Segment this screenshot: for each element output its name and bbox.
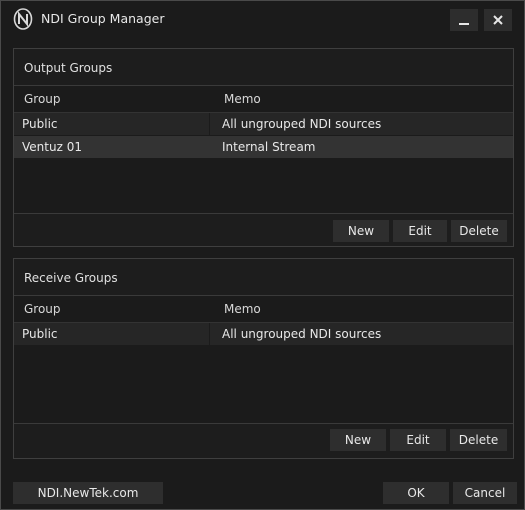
cell-memo: Internal Stream: [222, 140, 316, 154]
minimize-button[interactable]: [450, 9, 478, 31]
receive-delete-button[interactable]: Delete: [450, 429, 507, 451]
receive-new-button[interactable]: New: [330, 429, 386, 451]
title-bar: NDI Group Manager: [1, 1, 524, 37]
output-delete-button[interactable]: Delete: [451, 220, 507, 242]
minimize-icon: [459, 23, 469, 25]
ndi-logo-icon: [13, 8, 33, 30]
output-edit-button[interactable]: Edit: [393, 220, 447, 242]
column-divider: [209, 113, 210, 135]
cancel-button[interactable]: Cancel: [453, 482, 517, 504]
cell-group: Ventuz 01: [22, 140, 82, 154]
receive-edit-button[interactable]: Edit: [390, 429, 446, 451]
table-header: Group Memo: [14, 86, 513, 113]
output-groups-title: Output Groups: [24, 61, 113, 75]
cell-memo: All ungrouped NDI sources: [222, 117, 382, 131]
table-row[interactable]: Public All ungrouped NDI sources: [14, 323, 513, 346]
close-button[interactable]: [484, 9, 512, 31]
table-row[interactable]: Ventuz 01 Internal Stream: [14, 136, 513, 159]
ndi-website-link-button[interactable]: NDI.NewTek.com: [13, 482, 163, 504]
ok-button[interactable]: OK: [383, 482, 449, 504]
table-header: Group Memo: [14, 296, 513, 323]
window-title: NDI Group Manager: [41, 11, 165, 26]
column-header-group[interactable]: Group: [24, 302, 61, 316]
receive-groups-panel: Receive Groups Group Memo Public All ung…: [13, 258, 514, 459]
table-row[interactable]: Public All ungrouped NDI sources: [14, 113, 513, 136]
receive-groups-title: Receive Groups: [24, 271, 118, 285]
column-header-memo[interactable]: Memo: [224, 92, 261, 106]
column-header-group[interactable]: Group: [24, 92, 61, 106]
receive-groups-table[interactable]: Group Memo Public All ungrouped NDI sour…: [14, 295, 513, 424]
close-icon: [493, 15, 503, 25]
cell-group: Public: [22, 327, 58, 341]
cell-group: Public: [22, 117, 58, 131]
ndi-group-manager-window: NDI Group Manager Output Groups Group Me…: [0, 0, 525, 510]
output-groups-table[interactable]: Group Memo Public All ungrouped NDI sour…: [14, 85, 513, 214]
output-new-button[interactable]: New: [333, 220, 389, 242]
output-groups-panel: Output Groups Group Memo Public All ungr…: [13, 48, 514, 247]
column-header-memo[interactable]: Memo: [224, 302, 261, 316]
column-divider: [209, 323, 210, 345]
cell-memo: All ungrouped NDI sources: [222, 327, 382, 341]
